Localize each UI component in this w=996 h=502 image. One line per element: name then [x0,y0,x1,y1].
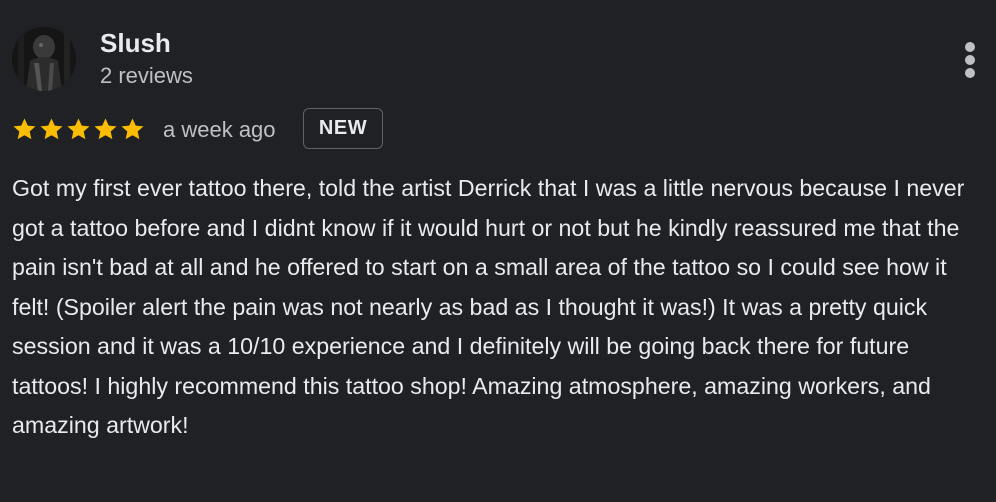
star-icon [67,117,90,139]
review-text: Got my first ever tattoo there, told the… [12,175,965,438]
avatar[interactable] [12,27,76,91]
review-date: a week ago [163,117,276,142]
star-icon [40,117,63,139]
new-badge: NEW [303,108,383,149]
star-rating [11,114,146,144]
more-options-button[interactable] [952,38,988,82]
avatar-image [12,27,76,91]
review-card: Slush 2 reviews a week ago NEW Got my fi… [0,0,996,502]
review-count[interactable]: 2 reviews [100,62,193,90]
star-icon [13,117,36,139]
reviewer-name[interactable]: Slush [100,27,171,59]
star-icon [121,117,144,139]
star-icon [94,117,117,139]
